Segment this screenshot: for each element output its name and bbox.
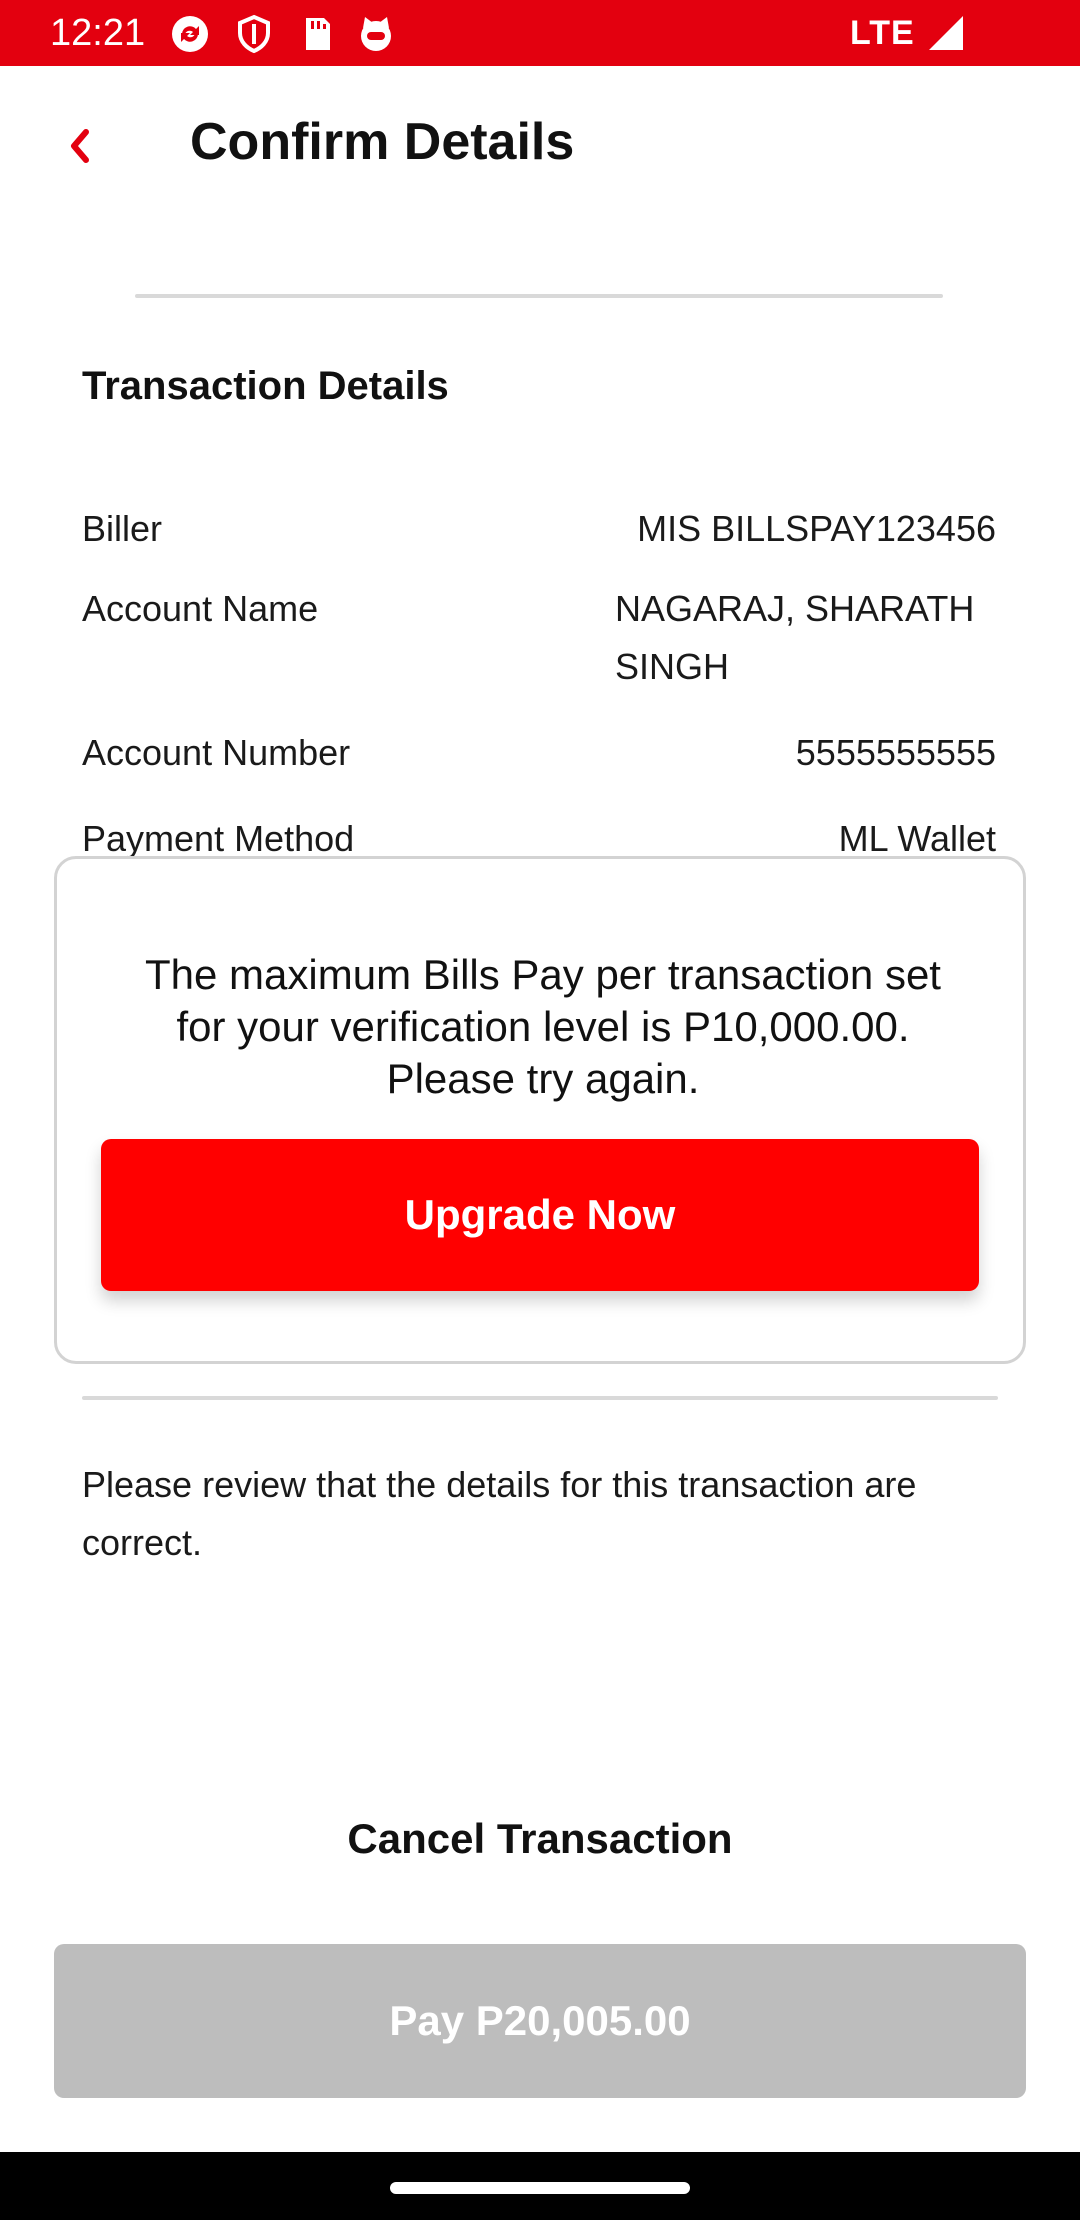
cancel-transaction-button[interactable]: Cancel Transaction bbox=[240, 1804, 840, 1874]
pay-button[interactable]: Pay P20,005.00 bbox=[54, 1944, 1026, 2098]
limit-dialog: The maximum Bills Pay per transaction se… bbox=[54, 856, 1026, 1364]
app-header: Confirm Details bbox=[0, 66, 1080, 226]
status-bar: 12:21 LTE bbox=[0, 0, 1080, 66]
home-indicator[interactable] bbox=[390, 2182, 690, 2194]
upgrade-now-button[interactable]: Upgrade Now bbox=[101, 1139, 979, 1291]
account-number-value: 5555555555 bbox=[795, 732, 996, 773]
divider bbox=[135, 294, 943, 298]
status-time: 12:21 bbox=[50, 12, 146, 54]
signal-icon bbox=[929, 16, 963, 50]
back-button[interactable] bbox=[50, 116, 110, 176]
system-nav-bar bbox=[0, 2152, 1080, 2220]
section-title: Transaction Details bbox=[82, 364, 449, 408]
review-note: Please review that the details for this … bbox=[82, 1464, 917, 1563]
biller-value: MIS BILLSPAY123456 bbox=[637, 508, 996, 549]
biller-label: Biller bbox=[82, 508, 163, 549]
limit-message: The maximum Bills Pay per transaction se… bbox=[145, 951, 941, 1102]
account-name-label: Account Name bbox=[82, 588, 319, 629]
page-title: Confirm Details bbox=[190, 113, 575, 171]
divider bbox=[82, 1396, 998, 1400]
network-type: LTE bbox=[850, 14, 915, 52]
sync-icon bbox=[172, 16, 208, 52]
account-number-label: Account Number bbox=[82, 732, 351, 773]
shield-icon bbox=[238, 14, 270, 54]
chevron-left-icon bbox=[71, 129, 89, 163]
cat-face-icon bbox=[361, 17, 391, 51]
sd-card-icon bbox=[306, 18, 330, 50]
account-name-value: NAGARAJ, SHARATH SINGH bbox=[615, 588, 975, 687]
